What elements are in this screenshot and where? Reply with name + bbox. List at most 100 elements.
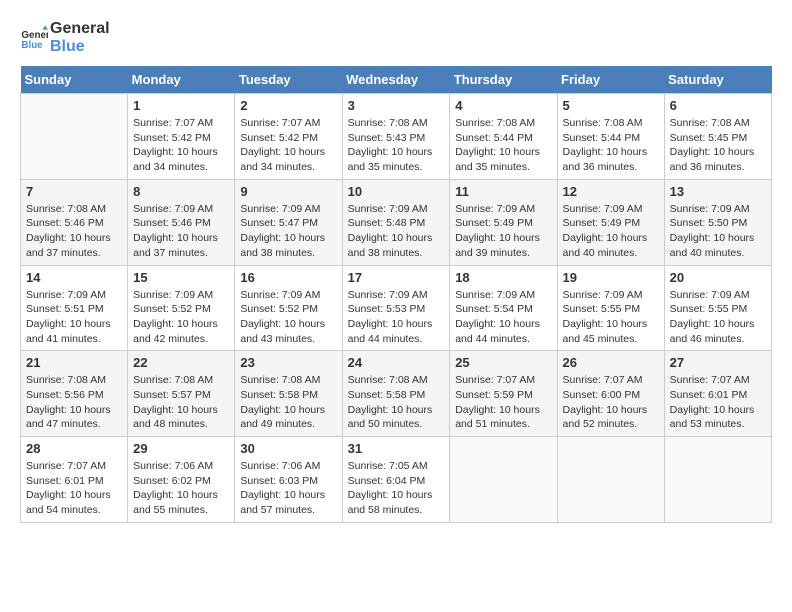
calendar-cell: 1 Sunrise: 7:07 AMSunset: 5:42 PMDaylight… bbox=[128, 94, 235, 180]
day-info: Sunrise: 7:09 AMSunset: 5:47 PMDaylight:… bbox=[240, 202, 336, 261]
day-info: Sunrise: 7:07 AMSunset: 5:42 PMDaylight:… bbox=[240, 116, 336, 175]
weekday-header-row: SundayMondayTuesdayWednesdayThursdayFrid… bbox=[21, 66, 772, 94]
calendar-cell: 18Sunrise: 7:09 AMSunset: 5:54 PMDayligh… bbox=[450, 265, 557, 351]
day-number: 22 bbox=[133, 355, 229, 370]
weekday-header-monday: Monday bbox=[128, 66, 235, 94]
weekday-header-friday: Friday bbox=[557, 66, 664, 94]
logo-text-general: General bbox=[50, 20, 110, 38]
calendar-cell: 23Sunrise: 7:08 AMSunset: 5:58 PMDayligh… bbox=[235, 351, 342, 437]
calendar-cell bbox=[450, 437, 557, 523]
calendar-week-row: 7 Sunrise: 7:08 AMSunset: 5:46 PMDaylight… bbox=[21, 179, 772, 265]
weekday-header-sunday: Sunday bbox=[21, 66, 128, 94]
calendar-table: SundayMondayTuesdayWednesdayThursdayFrid… bbox=[20, 66, 772, 523]
day-info: Sunrise: 7:08 AMSunset: 5:46 PMDaylight:… bbox=[26, 202, 122, 261]
calendar-cell: 22 Sunrise: 7:08 AMSunset: 5:57 PMDayligh… bbox=[128, 351, 235, 437]
day-number: 24 bbox=[348, 355, 445, 370]
day-number: 16 bbox=[240, 270, 336, 285]
calendar-cell bbox=[664, 437, 771, 523]
day-number: 4 bbox=[455, 98, 551, 113]
calendar-cell: 10 Sunrise: 7:09 AMSunset: 5:48 PMDayligh… bbox=[342, 179, 450, 265]
calendar-week-row: 21 Sunrise: 7:08 AMSunset: 5:56 PMDayligh… bbox=[21, 351, 772, 437]
calendar-cell: 19 Sunrise: 7:09 AMSunset: 5:55 PMDayligh… bbox=[557, 265, 664, 351]
day-number: 15 bbox=[133, 270, 229, 285]
day-number: 14 bbox=[26, 270, 122, 285]
calendar-cell: 15Sunrise: 7:09 AMSunset: 5:52 PMDayligh… bbox=[128, 265, 235, 351]
day-number: 21 bbox=[26, 355, 122, 370]
day-number: 27 bbox=[670, 355, 766, 370]
day-info: Sunrise: 7:09 AMSunset: 5:55 PMDaylight:… bbox=[563, 288, 659, 347]
day-info: Sunrise: 7:09 AMSunset: 5:52 PMDaylight:… bbox=[240, 288, 336, 347]
calendar-week-row: 1 Sunrise: 7:07 AMSunset: 5:42 PMDaylight… bbox=[21, 94, 772, 180]
day-info: Sunrise: 7:07 AMSunset: 6:01 PMDaylight:… bbox=[670, 373, 766, 432]
day-info: Sunrise: 7:08 AMSunset: 5:43 PMDaylight:… bbox=[348, 116, 445, 175]
logo: General Blue General Blue bbox=[20, 20, 110, 56]
svg-text:Blue: Blue bbox=[21, 40, 43, 51]
calendar-cell: 21 Sunrise: 7:08 AMSunset: 5:56 PMDayligh… bbox=[21, 351, 128, 437]
calendar-cell: 29Sunrise: 7:06 AMSunset: 6:02 PMDayligh… bbox=[128, 437, 235, 523]
day-info: Sunrise: 7:06 AMSunset: 6:03 PMDaylight:… bbox=[240, 459, 336, 518]
calendar-cell: 3 Sunrise: 7:08 AMSunset: 5:43 PMDaylight… bbox=[342, 94, 450, 180]
calendar-cell: 30 Sunrise: 7:06 AMSunset: 6:03 PMDayligh… bbox=[235, 437, 342, 523]
calendar-cell: 4 Sunrise: 7:08 AMSunset: 5:44 PMDaylight… bbox=[450, 94, 557, 180]
day-number: 26 bbox=[563, 355, 659, 370]
day-number: 28 bbox=[26, 441, 122, 456]
day-number: 25 bbox=[455, 355, 551, 370]
day-info: Sunrise: 7:08 AMSunset: 5:58 PMDaylight:… bbox=[348, 373, 445, 432]
calendar-cell: 6Sunrise: 7:08 AMSunset: 5:45 PMDaylight… bbox=[664, 94, 771, 180]
day-number: 12 bbox=[563, 184, 659, 199]
day-number: 3 bbox=[348, 98, 445, 113]
day-number: 9 bbox=[240, 184, 336, 199]
day-info: Sunrise: 7:09 AMSunset: 5:49 PMDaylight:… bbox=[455, 202, 551, 261]
calendar-cell: 24 Sunrise: 7:08 AMSunset: 5:58 PMDayligh… bbox=[342, 351, 450, 437]
day-number: 20 bbox=[670, 270, 766, 285]
day-info: Sunrise: 7:09 AMSunset: 5:48 PMDaylight:… bbox=[348, 202, 445, 261]
page-header: General Blue General Blue bbox=[20, 20, 772, 56]
weekday-header-saturday: Saturday bbox=[664, 66, 771, 94]
day-info: Sunrise: 7:09 AMSunset: 5:53 PMDaylight:… bbox=[348, 288, 445, 347]
day-info: Sunrise: 7:08 AMSunset: 5:45 PMDaylight:… bbox=[670, 116, 766, 175]
day-number: 5 bbox=[563, 98, 659, 113]
logo-icon: General Blue bbox=[20, 24, 48, 52]
day-number: 23 bbox=[240, 355, 336, 370]
day-info: Sunrise: 7:08 AMSunset: 5:44 PMDaylight:… bbox=[563, 116, 659, 175]
day-info: Sunrise: 7:07 AMSunset: 6:00 PMDaylight:… bbox=[563, 373, 659, 432]
day-info: Sunrise: 7:09 AMSunset: 5:54 PMDaylight:… bbox=[455, 288, 551, 347]
day-info: Sunrise: 7:07 AMSunset: 5:59 PMDaylight:… bbox=[455, 373, 551, 432]
day-info: Sunrise: 7:09 AMSunset: 5:55 PMDaylight:… bbox=[670, 288, 766, 347]
calendar-cell: 13Sunrise: 7:09 AMSunset: 5:50 PMDayligh… bbox=[664, 179, 771, 265]
calendar-cell: 2 Sunrise: 7:07 AMSunset: 5:42 PMDaylight… bbox=[235, 94, 342, 180]
calendar-cell: 12 Sunrise: 7:09 AMSunset: 5:49 PMDayligh… bbox=[557, 179, 664, 265]
day-number: 19 bbox=[563, 270, 659, 285]
calendar-cell: 5 Sunrise: 7:08 AMSunset: 5:44 PMDaylight… bbox=[557, 94, 664, 180]
day-info: Sunrise: 7:08 AMSunset: 5:56 PMDaylight:… bbox=[26, 373, 122, 432]
day-info: Sunrise: 7:07 AMSunset: 5:42 PMDaylight:… bbox=[133, 116, 229, 175]
calendar-week-row: 28 Sunrise: 7:07 AMSunset: 6:01 PMDayligh… bbox=[21, 437, 772, 523]
calendar-cell: 9 Sunrise: 7:09 AMSunset: 5:47 PMDaylight… bbox=[235, 179, 342, 265]
calendar-cell: 11 Sunrise: 7:09 AMSunset: 5:49 PMDayligh… bbox=[450, 179, 557, 265]
calendar-week-row: 14 Sunrise: 7:09 AMSunset: 5:51 PMDayligh… bbox=[21, 265, 772, 351]
day-number: 31 bbox=[348, 441, 445, 456]
day-number: 2 bbox=[240, 98, 336, 113]
day-info: Sunrise: 7:08 AMSunset: 5:57 PMDaylight:… bbox=[133, 373, 229, 432]
calendar-cell bbox=[21, 94, 128, 180]
day-number: 8 bbox=[133, 184, 229, 199]
day-number: 7 bbox=[26, 184, 122, 199]
day-number: 10 bbox=[348, 184, 445, 199]
day-info: Sunrise: 7:09 AMSunset: 5:51 PMDaylight:… bbox=[26, 288, 122, 347]
day-info: Sunrise: 7:09 AMSunset: 5:49 PMDaylight:… bbox=[563, 202, 659, 261]
calendar-cell: 27 Sunrise: 7:07 AMSunset: 6:01 PMDayligh… bbox=[664, 351, 771, 437]
calendar-cell: 17Sunrise: 7:09 AMSunset: 5:53 PMDayligh… bbox=[342, 265, 450, 351]
weekday-header-wednesday: Wednesday bbox=[342, 66, 450, 94]
day-number: 11 bbox=[455, 184, 551, 199]
day-number: 30 bbox=[240, 441, 336, 456]
day-info: Sunrise: 7:09 AMSunset: 5:50 PMDaylight:… bbox=[670, 202, 766, 261]
day-number: 1 bbox=[133, 98, 229, 113]
calendar-cell: 31Sunrise: 7:05 AMSunset: 6:04 PMDayligh… bbox=[342, 437, 450, 523]
day-info: Sunrise: 7:08 AMSunset: 5:44 PMDaylight:… bbox=[455, 116, 551, 175]
calendar-cell: 16 Sunrise: 7:09 AMSunset: 5:52 PMDayligh… bbox=[235, 265, 342, 351]
day-info: Sunrise: 7:07 AMSunset: 6:01 PMDaylight:… bbox=[26, 459, 122, 518]
day-number: 29 bbox=[133, 441, 229, 456]
weekday-header-thursday: Thursday bbox=[450, 66, 557, 94]
calendar-cell: 7 Sunrise: 7:08 AMSunset: 5:46 PMDaylight… bbox=[21, 179, 128, 265]
calendar-cell: 14 Sunrise: 7:09 AMSunset: 5:51 PMDayligh… bbox=[21, 265, 128, 351]
